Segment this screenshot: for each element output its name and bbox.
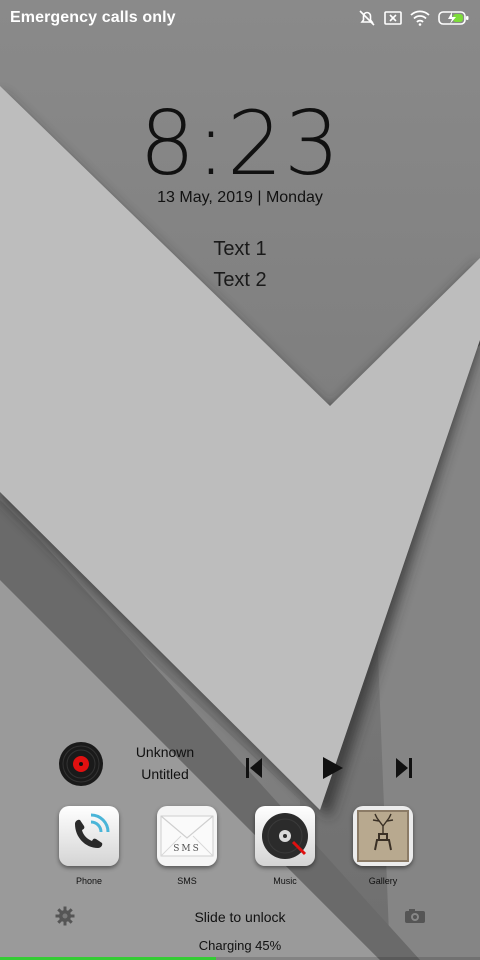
app-sms[interactable]: SMS SMS xyxy=(147,806,227,886)
battery-charging-icon xyxy=(438,10,470,26)
no-sim-icon xyxy=(384,10,402,26)
music-icon[interactable] xyxy=(255,806,315,866)
app-dock: Phone SMS SMS Music Gallery xyxy=(0,806,480,896)
camera-icon[interactable] xyxy=(404,908,426,929)
lock-text-2: Text 2 xyxy=(213,269,267,291)
lock-date: 13 May, 2019 | Monday xyxy=(157,189,323,206)
app-music[interactable]: Music xyxy=(245,806,325,886)
phone-icon[interactable] xyxy=(59,806,119,866)
app-label-gallery: Gallery xyxy=(368,876,398,886)
lock-clock: 8:23 xyxy=(139,92,341,195)
app-phone[interactable]: Phone xyxy=(49,806,129,886)
status-icons xyxy=(358,9,470,27)
sms-icon[interactable]: SMS xyxy=(157,806,217,866)
song-artist: Unknown xyxy=(135,744,195,760)
wifi-icon xyxy=(410,10,430,26)
carrier-status-text: Emergency calls only xyxy=(10,9,176,26)
gallery-icon[interactable] xyxy=(353,806,413,866)
next-track-icon[interactable] xyxy=(395,757,413,784)
play-icon[interactable] xyxy=(322,756,344,785)
lock-text-1: Text 1 xyxy=(213,238,267,260)
previous-track-icon[interactable] xyxy=(245,757,263,784)
app-label-sms: SMS xyxy=(177,876,197,886)
song-title: Untitled xyxy=(141,766,189,782)
sms-icon-text: SMS xyxy=(173,844,201,854)
lockscreen-bottom-row: Slide to unlock xyxy=(0,904,480,932)
vinyl-disc-icon xyxy=(58,741,104,787)
charging-status-text: Charging 45% xyxy=(198,938,282,953)
alarm-muted-icon xyxy=(358,9,376,27)
app-gallery[interactable]: Gallery xyxy=(343,806,423,886)
app-label-phone: Phone xyxy=(75,876,103,886)
music-widget: Unknown Untitled xyxy=(0,738,480,798)
status-bar: Emergency calls only xyxy=(0,0,480,36)
app-label-music: Music xyxy=(273,876,297,886)
